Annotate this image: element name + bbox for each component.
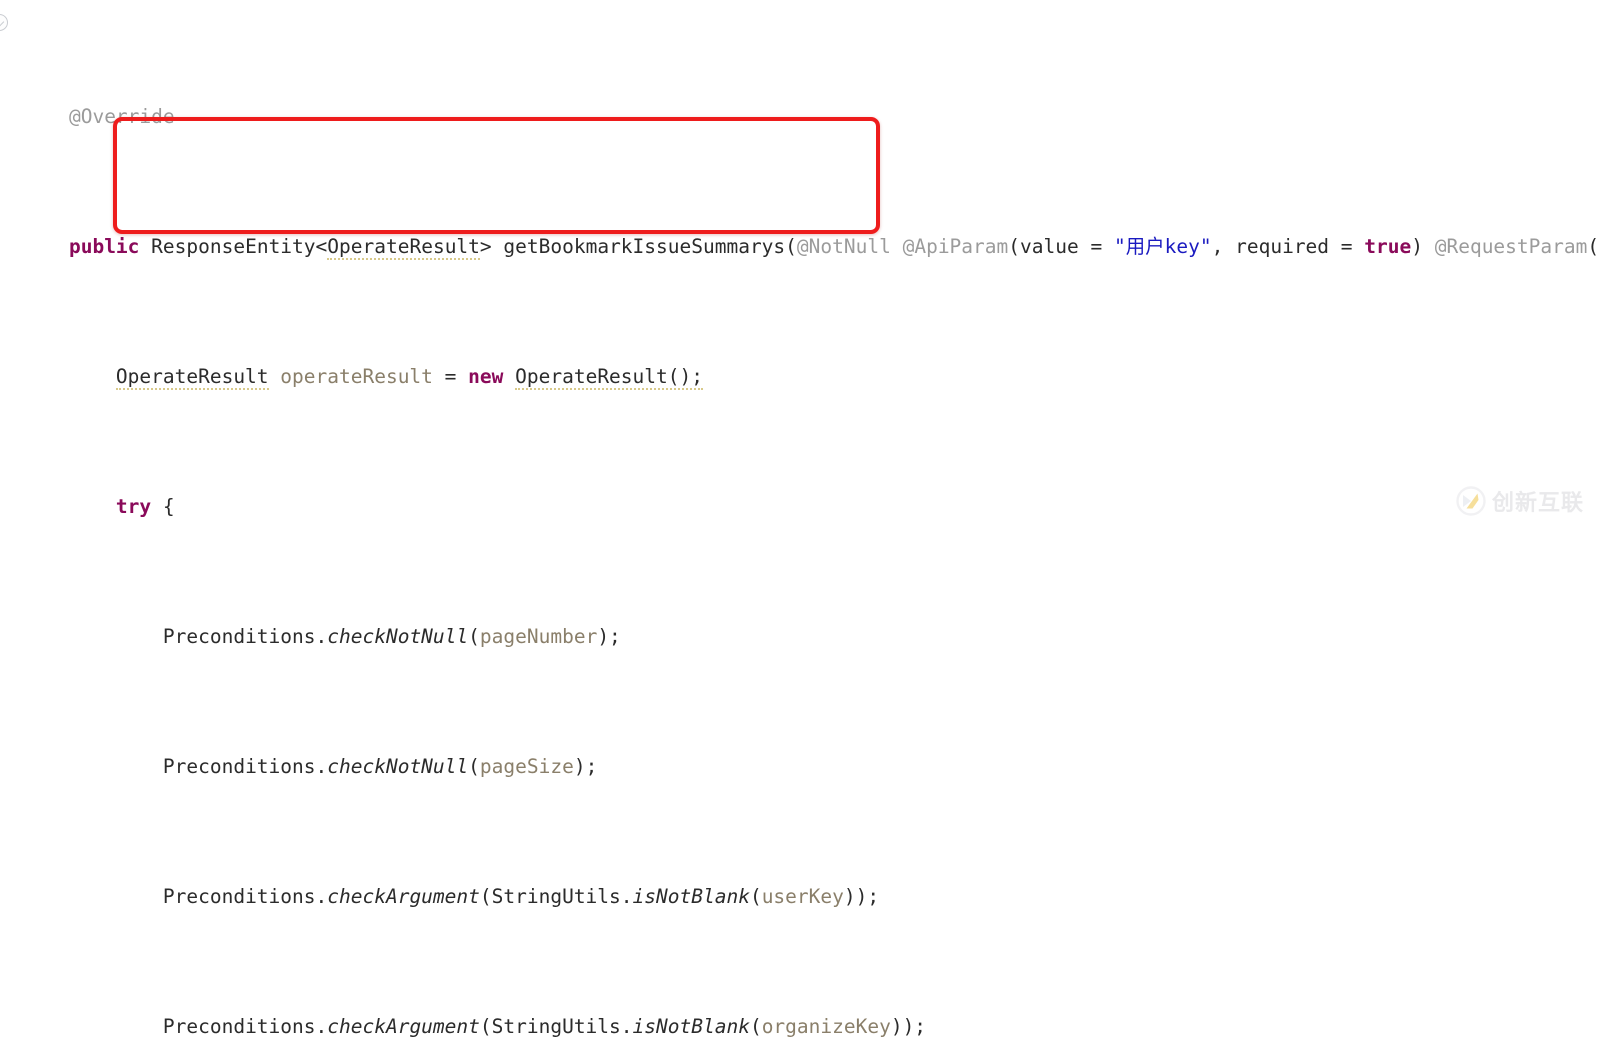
code-line[interactable]: @Override xyxy=(0,104,1600,130)
argument-page-number: pageNumber xyxy=(479,625,598,648)
code-line[interactable]: Preconditions.checkNotNull(pageSize); xyxy=(0,754,1600,780)
method-name: getBookmarkIssueSummarys xyxy=(503,235,786,258)
code-line[interactable]: Preconditions.checkNotNull(pageNumber); xyxy=(0,624,1600,650)
class-string-utils: StringUtils xyxy=(491,885,621,908)
code-line[interactable]: Preconditions.checkArgument(StringUtils.… xyxy=(0,884,1600,910)
watermark: 创新互联 xyxy=(1456,485,1584,517)
override-annotation: @Override xyxy=(68,105,175,128)
method-check-argument: checkArgument xyxy=(327,1015,480,1038)
class-preconditions: Preconditions xyxy=(162,885,316,908)
type-response-entity: ResponseEntity xyxy=(151,235,316,258)
code-line[interactable]: OperateResult operateResult = new Operat… xyxy=(0,364,1600,390)
class-string-utils: StringUtils xyxy=(491,1015,621,1038)
keyword-try: try xyxy=(115,495,152,518)
constructor-call: OperateResult(); xyxy=(515,365,703,390)
method-is-not-blank: isNotBlank xyxy=(632,1015,750,1038)
code-editor[interactable]: @Override public ResponseEntity<OperateR… xyxy=(0,0,1600,1038)
code-line[interactable]: Preconditions.checkArgument(StringUtils.… xyxy=(0,1014,1600,1040)
keyword-new: new xyxy=(468,365,504,388)
watermark-text: 创新互联 xyxy=(1491,491,1584,516)
argument-page-size: pageSize xyxy=(479,755,574,778)
requestparam-annotation: @RequestParam xyxy=(1434,235,1588,258)
class-preconditions: Preconditions xyxy=(162,1015,316,1038)
keyword-true: true xyxy=(1364,235,1412,258)
argument-user-key: userKey xyxy=(761,885,844,908)
method-check-argument: checkArgument xyxy=(327,885,480,908)
argument-organize-key: organizeKey xyxy=(761,1015,891,1038)
code-line[interactable]: public ResponseEntity<OperateResult> get… xyxy=(0,234,1600,260)
brand-logo-icon xyxy=(1456,486,1486,516)
type-operate-result: OperateResult xyxy=(115,365,269,390)
method-check-not-null: checkNotNull xyxy=(327,755,469,778)
method-is-not-blank: isNotBlank xyxy=(632,885,750,908)
class-preconditions: Preconditions xyxy=(162,755,316,778)
variable-operate-result: operateResult xyxy=(280,365,433,388)
apiparam-annotation: @ApiParam xyxy=(902,235,1009,258)
string-literal: "用户key" xyxy=(1113,235,1212,258)
code-line[interactable]: try { xyxy=(0,494,1600,520)
notnull-annotation: @NotNull xyxy=(796,235,891,258)
type-operate-result: OperateResult xyxy=(327,235,480,260)
class-preconditions: Preconditions xyxy=(162,625,316,648)
code-content[interactable]: @Override public ResponseEntity<OperateR… xyxy=(0,0,1600,1038)
keyword-public: public xyxy=(68,235,140,258)
method-check-not-null: checkNotNull xyxy=(327,625,469,648)
